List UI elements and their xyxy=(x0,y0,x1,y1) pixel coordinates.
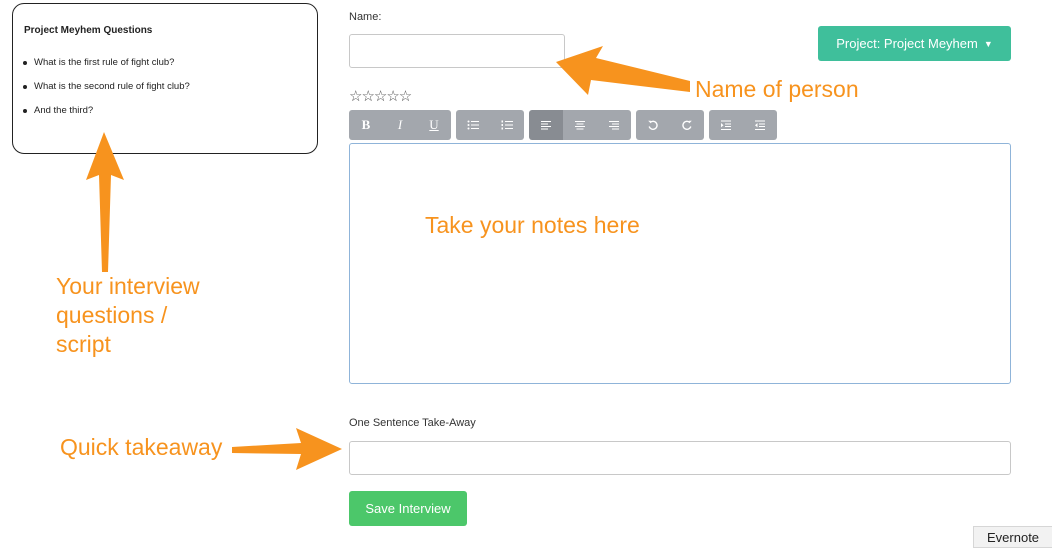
annotation-questions-line3: script xyxy=(56,331,111,357)
annotation-questions-line2: questions / xyxy=(56,302,168,328)
takeaway-arrow xyxy=(232,428,342,470)
annotation-name-of-person: Name of person xyxy=(695,76,859,102)
annotation-questions-line1: Your interview xyxy=(56,273,200,299)
questions-arrow xyxy=(86,132,124,272)
name-arrow xyxy=(556,46,690,95)
annotation-takeaway: Quick takeaway xyxy=(60,434,223,460)
annotation-notes: Take your notes here xyxy=(425,212,640,238)
